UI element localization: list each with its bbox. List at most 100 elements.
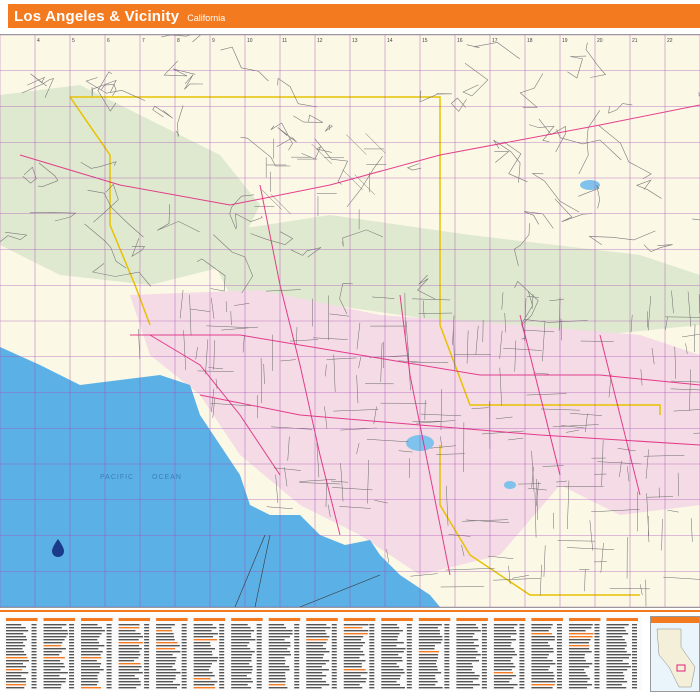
index-grid-ref [181, 639, 187, 641]
index-grid-ref [556, 675, 562, 677]
index-entry [156, 681, 174, 683]
index-grid-ref [369, 675, 375, 677]
index-grid-ref [369, 627, 375, 629]
map-header: Los Angeles & Vicinity California [0, 4, 700, 28]
index-entry [118, 648, 142, 650]
index-entry [118, 666, 142, 668]
index-entry [568, 648, 590, 650]
index-grid-ref [144, 627, 150, 629]
index-grid-ref [556, 639, 562, 641]
index-entry [193, 666, 211, 668]
index-entry [531, 678, 554, 680]
index-entry [81, 657, 102, 659]
index-grid-ref [219, 678, 225, 680]
index-grid-ref [256, 651, 262, 653]
index-entry [231, 669, 253, 671]
index-entry [43, 624, 67, 626]
index-entry [306, 651, 330, 653]
index-grid-ref [632, 666, 637, 668]
index-entry [456, 654, 481, 656]
index-entry [306, 636, 330, 638]
index-grid-ref [219, 630, 225, 632]
index-entry [493, 642, 512, 644]
map-svg[interactable]: 4 5 6 7 8 9 10 11 12 13 14 15 16 17 18 19 20 21 22 PACIFIC… [0, 35, 700, 607]
index-grid-ref [481, 639, 487, 641]
index-grid-ref [69, 645, 75, 647]
index-grid-ref [181, 642, 187, 644]
index-grid-ref [594, 675, 600, 677]
index-entry [456, 633, 475, 635]
index-entry [381, 675, 401, 677]
index-entry [343, 687, 363, 689]
index-entry [231, 663, 250, 665]
index-entry [43, 639, 65, 641]
index-entry [306, 672, 323, 674]
index-grid-ref [31, 651, 37, 653]
index-grid-ref [31, 657, 37, 659]
index-grid-ref [294, 678, 300, 680]
index-entry [343, 666, 362, 668]
index-entry [606, 624, 629, 626]
index-entry [118, 669, 140, 671]
index-grid-ref [144, 645, 150, 647]
index-entry [231, 687, 252, 689]
index-grid-ref [594, 651, 600, 653]
index-entry [6, 660, 30, 662]
index-entry [6, 663, 24, 665]
index-entry [306, 627, 331, 629]
index-grid-ref [106, 660, 112, 662]
index-column-header [118, 618, 151, 621]
index-entry [118, 657, 139, 659]
index-grid-ref [331, 654, 337, 656]
index-entry [381, 651, 404, 653]
index-entry [343, 678, 367, 680]
index-entry [493, 627, 515, 629]
map-canvas[interactable]: 4 5 6 7 8 9 10 11 12 13 14 15 16 17 18 19 20 21 22 PACIFIC… [0, 34, 700, 608]
index-entry [531, 654, 549, 656]
index-grid-ref [106, 630, 112, 632]
index-entry [268, 630, 293, 632]
grid-column-label: 12 [317, 38, 323, 44]
index-entry [268, 687, 288, 689]
index-entry [268, 672, 286, 674]
index-grid-ref [219, 684, 225, 686]
index-entry [568, 663, 593, 665]
index-entry [531, 666, 550, 668]
index-grid-ref [594, 684, 600, 686]
grid-column-label: 6 [107, 38, 110, 44]
index-entry [306, 624, 327, 626]
index-entry [568, 636, 593, 638]
index-grid-ref [632, 675, 637, 677]
index-grid-ref [31, 687, 37, 689]
index-entry [418, 657, 438, 659]
index-entry [456, 630, 481, 632]
index-entry [456, 675, 480, 677]
street-index-strip [0, 610, 700, 696]
index-grid-ref [181, 648, 187, 650]
index-entry [193, 687, 216, 689]
index-entry [568, 681, 588, 683]
index-entry [343, 660, 366, 662]
index-entry [6, 666, 27, 668]
index-column-header [156, 618, 188, 621]
grid-column-label: 16 [457, 38, 463, 44]
index-entry [493, 675, 516, 677]
index-entry [493, 648, 514, 650]
index-grid-ref [181, 675, 187, 677]
index-entry [456, 684, 480, 686]
index-entry [81, 624, 98, 626]
index-entry [268, 639, 285, 641]
index-grid-ref [144, 639, 150, 641]
index-entry [43, 633, 69, 635]
index-grid-ref [256, 624, 262, 626]
index-entry [118, 660, 135, 662]
index-grid-ref [406, 678, 412, 680]
index-column-header [418, 618, 451, 621]
index-entry [418, 660, 437, 662]
index-entry [493, 684, 518, 686]
index-grid-ref [556, 666, 562, 668]
index-grid-ref [181, 687, 187, 689]
index-grid-ref [406, 645, 412, 647]
index-grid-ref [69, 630, 75, 632]
index-grid-ref [481, 624, 487, 626]
